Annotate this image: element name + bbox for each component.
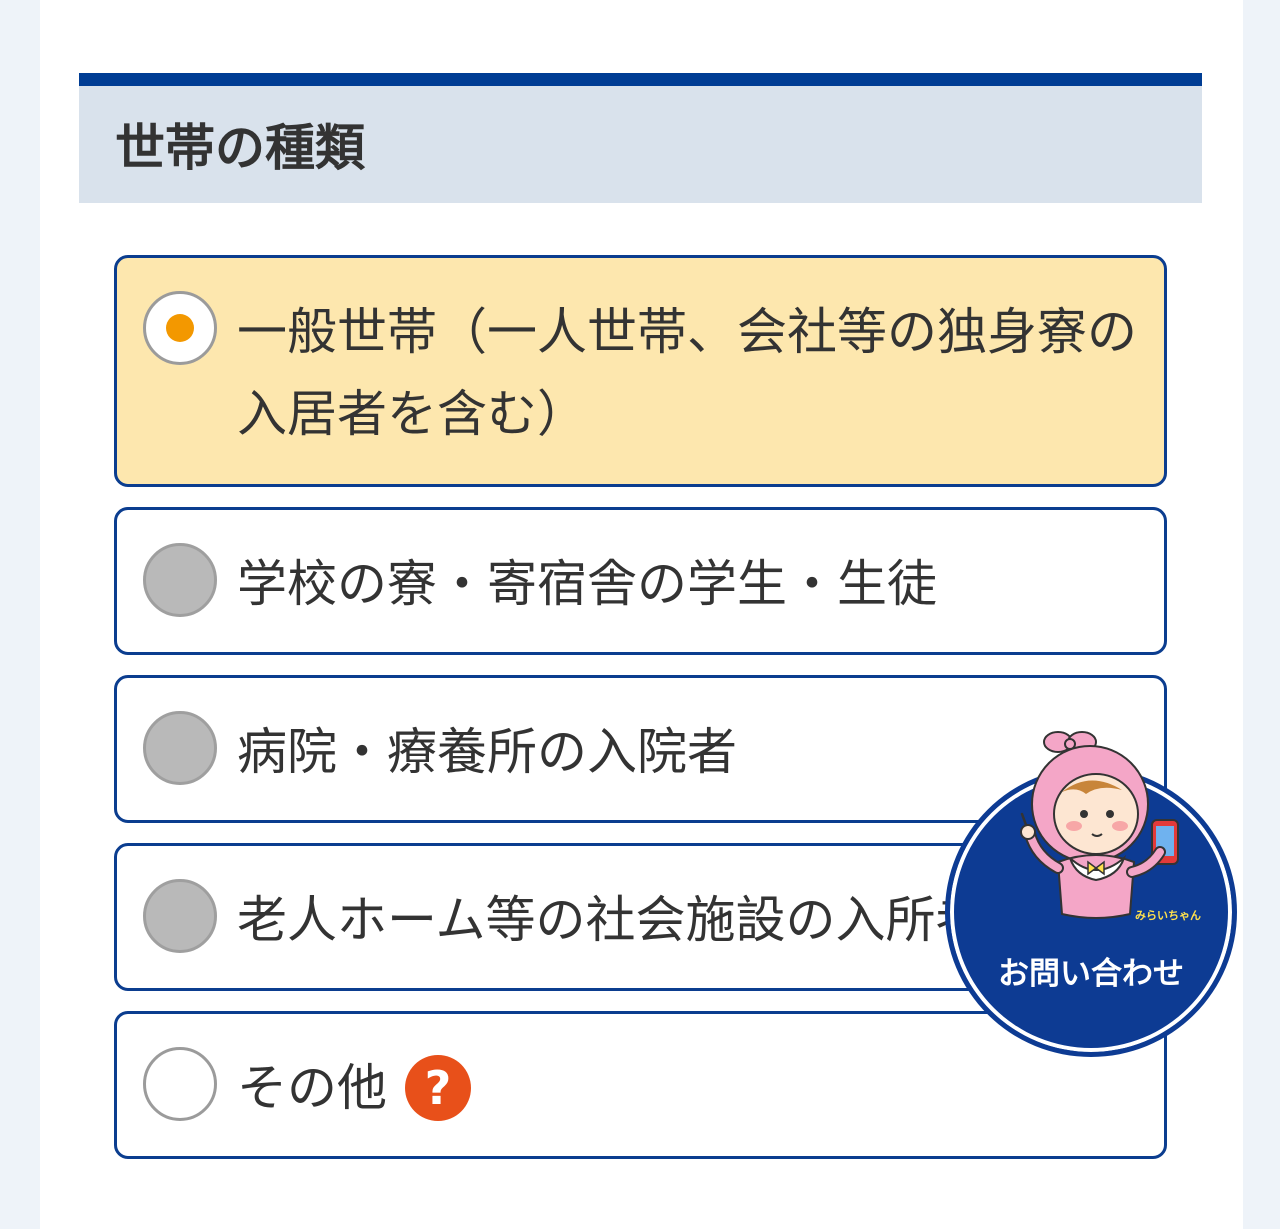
option-other[interactable]: その他? xyxy=(114,1011,1167,1159)
radio-disabled-icon[interactable] xyxy=(143,711,217,785)
section-title: 世帯の種類 xyxy=(115,119,365,177)
contact-button[interactable]: お問い合わせ xyxy=(945,767,1237,1057)
option-label: 病院・療養所の入院者 xyxy=(237,723,737,781)
radio-disabled-icon[interactable] xyxy=(143,879,217,953)
radio-unchecked-icon[interactable] xyxy=(143,1047,217,1121)
option-label: 一般世帯（一人世帯、会社等の独身寮の入居者を含む） xyxy=(237,303,1137,443)
option-other-label: その他 xyxy=(237,1059,387,1117)
option-label-wrap: その他? xyxy=(237,1047,1137,1129)
radio-checked-icon[interactable] xyxy=(143,291,217,365)
section-header: 世帯の種類 xyxy=(79,73,1202,203)
option-school-dormitory[interactable]: 学校の寮・寄宿舎の学生・生徒 xyxy=(114,507,1167,655)
radio-disabled-icon[interactable] xyxy=(143,543,217,617)
option-general-household[interactable]: 一般世帯（一人世帯、会社等の独身寮の入居者を含む） xyxy=(114,255,1167,487)
contact-label: お問い合わせ xyxy=(998,956,1184,992)
option-label: 学校の寮・寄宿舎の学生・生徒 xyxy=(237,555,937,613)
question-circle-icon[interactable]: ? xyxy=(405,1054,471,1121)
household-type-options: 一般世帯（一人世帯、会社等の独身寮の入居者を含む） 学校の寮・寄宿舎の学生・生徒… xyxy=(114,255,1167,1179)
